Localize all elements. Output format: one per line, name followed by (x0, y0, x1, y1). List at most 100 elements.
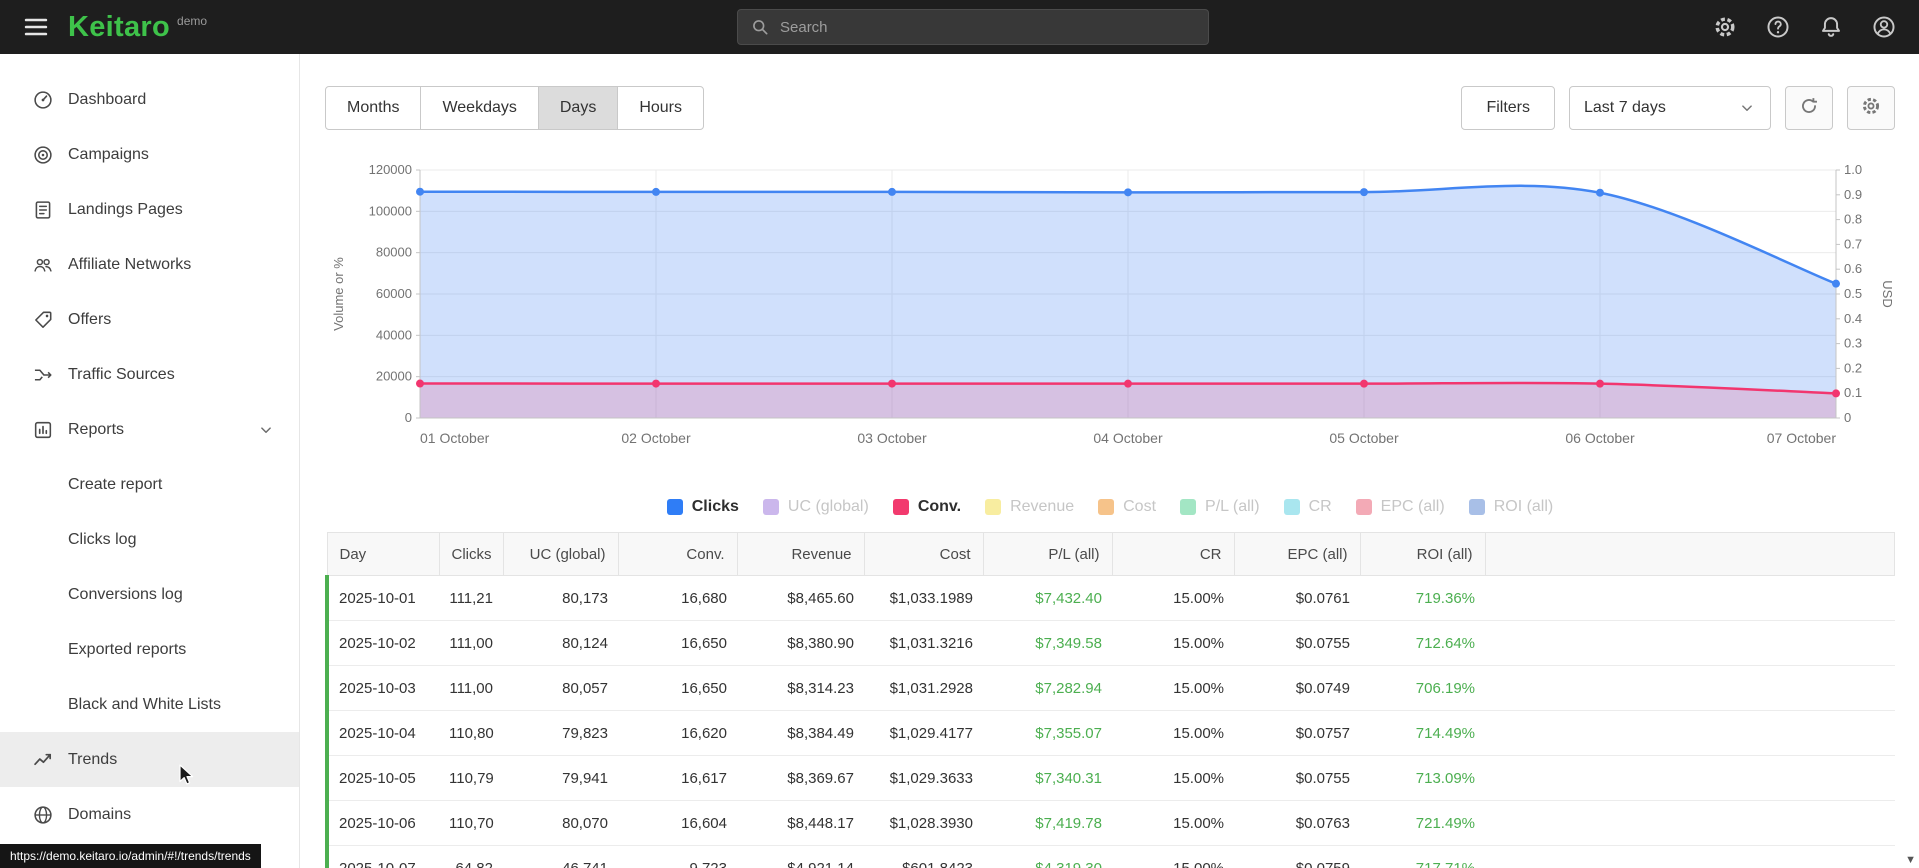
sidebar-item-campaigns[interactable]: Campaigns (0, 127, 299, 182)
hamburger-menu-icon[interactable] (22, 13, 50, 41)
column-header-cr[interactable]: CR (1111, 532, 1235, 576)
sidebar-item-offers[interactable]: Offers (0, 292, 299, 347)
filters-button[interactable]: Filters (1461, 86, 1555, 130)
sidebar-item-clicks-log[interactable]: Clicks log (0, 512, 299, 567)
sidebar-item-dashboard[interactable]: Dashboard (0, 72, 299, 127)
sidebar-item-create-report[interactable]: Create report (0, 457, 299, 512)
sidebar-item-domains[interactable]: Domains (0, 787, 299, 842)
cell: 712.64% (1360, 620, 1485, 666)
column-header-revenue[interactable]: Revenue (736, 532, 865, 576)
cell: $8,448.17 (737, 800, 864, 846)
legend-item-cost[interactable]: Cost (1098, 498, 1156, 516)
svg-text:05 October: 05 October (1329, 430, 1399, 446)
sidebar-item-label: Dashboard (68, 90, 147, 108)
cell: 2025-10-02 (325, 620, 439, 666)
app-logo[interactable]: Keitaro demo (68, 12, 207, 42)
cell: 15.00% (1112, 620, 1234, 666)
svg-text:07 October: 07 October (1767, 430, 1837, 446)
sidebar-item-trends[interactable]: Trends (0, 732, 299, 787)
legend-item-revenue[interactable]: Revenue (985, 498, 1074, 516)
sidebar-item-exported-reports[interactable]: Exported reports (0, 622, 299, 677)
controls-right: Filters Last 7 days (1461, 86, 1895, 130)
gear-icon[interactable] (1712, 14, 1738, 40)
column-header-cost[interactable]: Cost (863, 532, 984, 576)
legend-item-epc-all[interactable]: EPC (all) (1355, 498, 1445, 516)
sidebar-item-affiliate-networks[interactable]: Affiliate Networks (0, 237, 299, 292)
trends-table: Day Clicks UC (global) Conv. Revenue Cost P/L … (325, 532, 1895, 868)
sidebar-item-label: Affiliate Networks (68, 255, 192, 273)
chevron-down-icon[interactable] (257, 421, 275, 439)
column-header-clicks[interactable]: Clicks (438, 532, 504, 576)
cell: 2025-10-05 (325, 755, 439, 801)
table-row: 2025-10-04 110,80 79,823 16,620 $8,384.49 $1,… (325, 710, 1895, 756)
table-row: 2025-10-05 110,79 79,941 16,617 $8,369.67 $1,… (325, 755, 1895, 801)
sidebar-item-black-and-white-lists[interactable]: Black and White Lists (0, 677, 299, 732)
legend-label: EPC (all) (1380, 498, 1445, 515)
column-header-day[interactable]: Day (326, 532, 440, 576)
search-input[interactable] (780, 18, 1196, 36)
sidebar-item-landings-pages[interactable]: Landings Pages (0, 182, 299, 237)
column-header-roi-all[interactable]: ROI (all) (1359, 532, 1486, 576)
cell: 9,723 (618, 845, 737, 868)
svg-text:40000: 40000 (376, 327, 412, 342)
tab-weekdays[interactable]: Weekdays (420, 86, 539, 130)
svg-text:0: 0 (1844, 410, 1851, 425)
sidebar-item-label: Create report (68, 475, 163, 493)
sidebar-item-reports[interactable]: Reports (0, 402, 299, 457)
status-url-tooltip: https://demo.keitaro.io/admin/#!/trends/… (0, 844, 261, 868)
cell: 16,620 (618, 710, 737, 756)
svg-text:04 October: 04 October (1093, 430, 1163, 446)
legend-item-conv[interactable]: Conv. (892, 498, 962, 516)
tab-hours[interactable]: Hours (617, 86, 705, 130)
cell: $8,380.90 (737, 620, 864, 666)
sidebar-item-traffic-sources[interactable]: Traffic Sources (0, 347, 299, 402)
cell: 15.00% (1112, 845, 1234, 868)
svg-text:0.3: 0.3 (1844, 336, 1862, 351)
cell: 79,941 (503, 755, 618, 801)
trends-icon (32, 749, 54, 771)
cell: $8,369.67 (737, 755, 864, 801)
dashboard-icon (32, 89, 54, 111)
legend-swatch (666, 499, 683, 515)
user-icon[interactable] (1871, 14, 1897, 40)
legend-swatch (1468, 499, 1485, 515)
column-header-filler (1484, 532, 1895, 576)
cell: 16,604 (618, 800, 737, 846)
chart-settings-button[interactable] (1847, 86, 1895, 130)
sidebar-item-conversions-log[interactable]: Conversions log (0, 567, 299, 622)
cell: 706.19% (1360, 665, 1485, 711)
tab-days[interactable]: Days (537, 86, 619, 130)
column-header-uc-global[interactable]: UC (global) (502, 532, 619, 576)
table-row: 2025-10-03 111,00 80,057 16,650 $8,314.23 $1,… (325, 665, 1895, 711)
column-header-conv[interactable]: Conv. (617, 532, 738, 576)
offers-icon (32, 309, 54, 331)
svg-text:0.5: 0.5 (1844, 286, 1862, 301)
tab-months[interactable]: Months (325, 86, 422, 130)
cell: 80,057 (503, 665, 618, 711)
cell: 714.49% (1360, 710, 1485, 756)
svg-text:1.0: 1.0 (1844, 162, 1862, 177)
search-icon (750, 17, 770, 37)
bell-icon[interactable] (1818, 14, 1844, 40)
legend-item-roi-all[interactable]: ROI (all) (1468, 498, 1553, 516)
svg-text:0.1: 0.1 (1844, 385, 1862, 400)
sidebar-item-label: Trends (68, 750, 118, 768)
legend-item-cr[interactable]: CR (1283, 498, 1332, 516)
column-header-p-l-all[interactable]: P/L (all) (982, 532, 1113, 576)
legend-label: Conv. (917, 498, 962, 515)
cell: $0.0755 (1234, 620, 1360, 666)
refresh-button[interactable] (1785, 86, 1833, 130)
legend-item-p-l-all[interactable]: P/L (all) (1180, 498, 1260, 516)
date-range-select[interactable]: Last 7 days (1569, 86, 1771, 130)
legend-label: Cost (1123, 498, 1157, 515)
topbar-actions (1712, 14, 1897, 40)
cell: 719.36% (1360, 575, 1485, 621)
legend-item-uc-global[interactable]: UC (global) (762, 498, 869, 516)
sidebar-item-label: Landings Pages (68, 200, 183, 218)
legend-item-clicks[interactable]: Clicks (666, 498, 739, 516)
svg-text:120000: 120000 (369, 162, 412, 177)
cell: 2025-10-04 (325, 710, 439, 756)
scrollbar-down-arrow[interactable]: ▼ (1905, 854, 1916, 866)
column-header-epc-all[interactable]: EPC (all) (1233, 532, 1361, 576)
help-icon[interactable] (1765, 14, 1791, 40)
